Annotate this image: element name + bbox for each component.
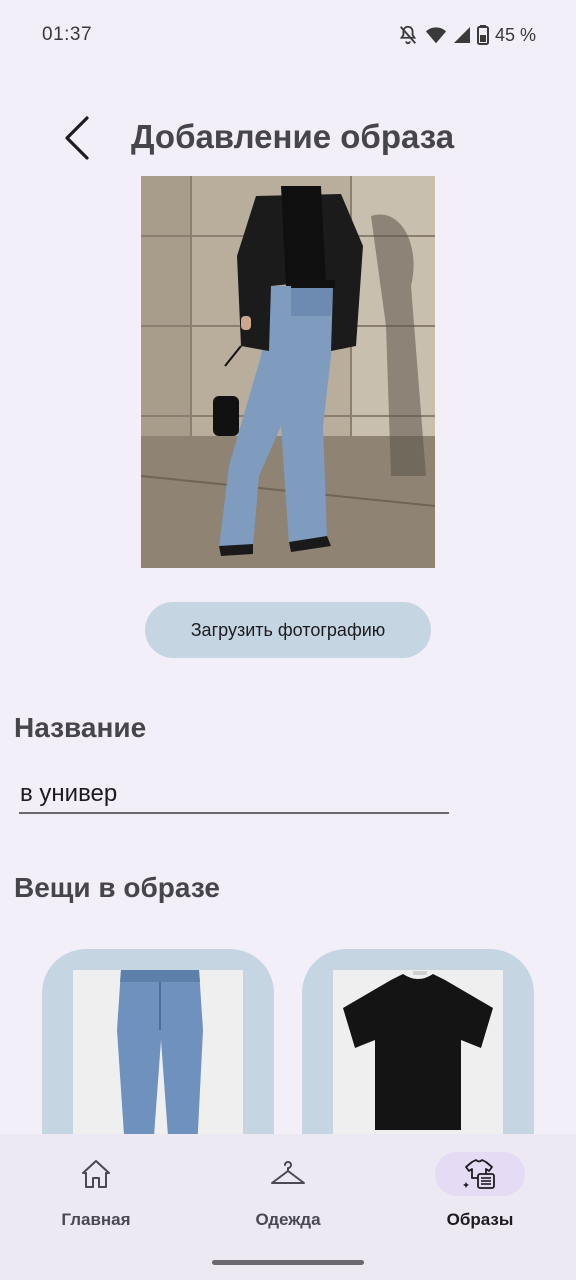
nav-icon-wrap (243, 1152, 333, 1196)
mute-icon (397, 24, 419, 46)
signal-icon (453, 26, 471, 44)
nav-label-clothes: Одежда (255, 1210, 321, 1229)
nav-label-home: Главная (61, 1210, 131, 1229)
screen: 01:37 45 % Добавление образа Загрузить ф… (0, 0, 576, 1280)
outfit-item-card[interactable] (42, 949, 274, 1149)
back-button[interactable] (54, 112, 98, 164)
hanger-icon (271, 1161, 305, 1184)
upload-photo-button[interactable]: Загрузить фотографию (145, 602, 431, 658)
chevron-left-icon (65, 116, 89, 160)
bottom-navigation: Главная Одежда Образы (0, 1134, 576, 1280)
name-input[interactable]: в универ (19, 776, 449, 814)
nav-icon-wrap-active (435, 1152, 525, 1196)
name-label: Название (14, 712, 147, 743)
battery-icon (476, 25, 489, 45)
status-time: 01:37 (42, 24, 93, 45)
outfit-photo (141, 176, 435, 568)
status-bar: 01:37 45 % (0, 0, 576, 72)
gesture-bar[interactable] (212, 1260, 364, 1265)
tshirt-image (333, 970, 503, 1149)
status-icons: 45 % (397, 24, 536, 46)
name-input-value: в универ (20, 780, 118, 807)
nav-item-clothes[interactable]: Одежда (208, 1152, 368, 1242)
jeans-image (73, 970, 243, 1149)
outfit-item-card[interactable] (302, 949, 534, 1149)
items-label: Вещи в образе (14, 872, 220, 903)
page-title: Добавление образа (131, 118, 455, 155)
home-icon (82, 1160, 110, 1188)
outfits-icon (463, 1159, 495, 1189)
nav-item-home[interactable]: Главная (16, 1152, 176, 1242)
nav-item-outfits[interactable]: Образы (400, 1152, 560, 1242)
wifi-icon (425, 25, 447, 45)
nav-label-outfits: Образы (446, 1210, 514, 1229)
nav-icon-wrap (51, 1152, 141, 1196)
battery-percent: 45 % (494, 24, 536, 45)
